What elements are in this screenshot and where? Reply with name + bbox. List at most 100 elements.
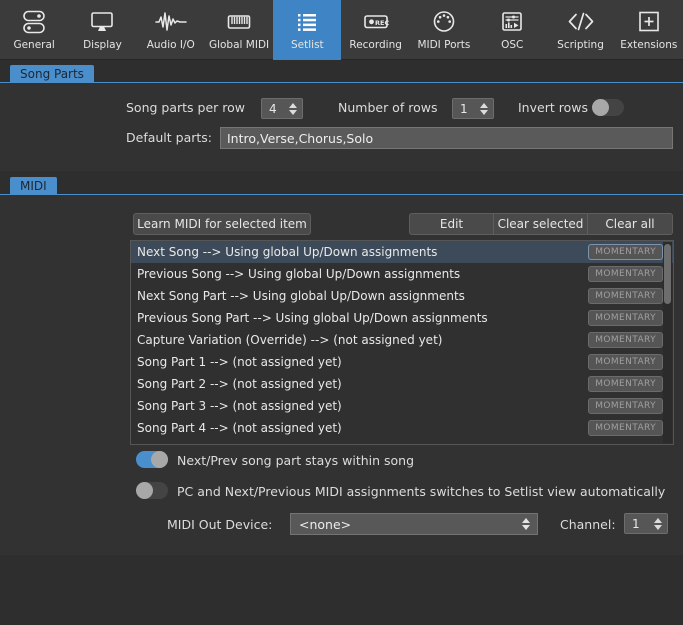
midi-out-device-value: <none>	[299, 516, 352, 532]
midi-assignment-mode-badge[interactable]: MOMENTARY	[588, 310, 663, 326]
stay-within-song-label: Next/Prev song part stays within song	[177, 453, 415, 468]
midi-assignment-row[interactable]: Previous Song --> Using global Up/Down a…	[131, 263, 673, 285]
stepper-arrows-icon[interactable]	[289, 102, 297, 115]
tab-midi[interactable]: MIDI	[10, 177, 57, 195]
midi-assignment-mode-badge[interactable]: MOMENTARY	[588, 266, 663, 282]
midi-assignment-text: Song Part 1 --> (not assigned yet)	[137, 355, 342, 369]
list-icon	[292, 7, 322, 37]
assignment-actions-group: Edit Clear selected Clear all	[409, 213, 673, 235]
midi-assignment-text: Previous Song --> Using global Up/Down a…	[137, 267, 461, 281]
midi-assignments-list[interactable]: Next Song --> Using global Up/Down assig…	[130, 240, 674, 445]
midi-assignment-row[interactable]: Capture Variation (Override) --> (not as…	[131, 329, 673, 351]
midi-assignment-text: Song Part 3 --> (not assigned yet)	[137, 399, 342, 413]
toolbar-item-audio-io[interactable]: Audio I/O	[137, 0, 205, 60]
default-parts-value: Intro,Verse,Chorus,Solo	[227, 130, 374, 146]
midi-tabstrip: MIDI	[0, 177, 683, 195]
toolbar-item-osc[interactable]: OSC	[478, 0, 546, 60]
invert-rows-toggle[interactable]	[592, 99, 624, 116]
midi-assignment-row[interactable]: Song Part 3 --> (not assigned yet) MOMENT…	[131, 395, 673, 417]
midi-assignment-mode-badge[interactable]: MOMENTARY	[588, 244, 663, 260]
midi-assignment-text: Song Part 4 --> (not assigned yet)	[137, 421, 342, 435]
scrollbar-thumb[interactable]	[664, 244, 671, 304]
toolbar-item-extensions[interactable]: Extensions	[615, 0, 683, 60]
learn-midi-button[interactable]: Learn MIDI for selected item	[133, 213, 311, 235]
keyboard-icon	[224, 7, 254, 37]
switch-to-setlist-toggle[interactable]	[136, 482, 168, 499]
stepper-arrows-icon[interactable]	[480, 102, 488, 115]
midi-assignment-text: Previous Song Part --> Using global Up/D…	[137, 311, 488, 325]
midi-out-device-select[interactable]: <none>	[290, 513, 538, 535]
waveform-icon	[154, 7, 188, 37]
midi-assignment-row[interactable]: Song Part 2 --> (not assigned yet) MOMENT…	[131, 373, 673, 395]
midi-assignment-row[interactable]: Next Song Part --> Using global Up/Down …	[131, 285, 673, 307]
song-parts-panel: Song parts per row 4 Number of rows 1 In…	[0, 83, 683, 171]
midi-assignment-row[interactable]: Previous Song Part --> Using global Up/D…	[131, 307, 673, 329]
toggle-knob	[151, 451, 168, 468]
toolbar-label-midi-ports: MIDI Ports	[417, 39, 471, 51]
toolbar-label-global-midi: Global MIDI	[208, 39, 270, 51]
tab-song-parts[interactable]: Song Parts	[10, 65, 94, 83]
midi-assignment-mode-badge[interactable]: MOMENTARY	[588, 376, 663, 392]
toolbar-item-global-midi[interactable]: Global MIDI	[205, 0, 273, 60]
song-parts-per-row-label: Song parts per row	[126, 100, 246, 115]
osc-panel-icon	[497, 7, 527, 37]
midi-assignment-row[interactable]: Next Song --> Using global Up/Down assig…	[131, 241, 673, 263]
midi-assignments-rows: Next Song --> Using global Up/Down assig…	[131, 241, 673, 439]
midi-assignment-mode-badge[interactable]: MOMENTARY	[588, 398, 663, 414]
midi-assignment-mode-badge[interactable]: MOMENTARY	[588, 332, 663, 348]
midi-assignment-text: Next Song --> Using global Up/Down assig…	[137, 245, 438, 259]
toolbar-label-recording: Recording	[349, 39, 402, 51]
stepper-arrows-icon[interactable]	[654, 517, 662, 530]
toolbar-item-recording[interactable]: REC Recording	[341, 0, 409, 60]
stay-within-song-toggle[interactable]	[136, 451, 168, 468]
plus-box-icon	[634, 7, 664, 37]
toolbar-item-display[interactable]: Display	[68, 0, 136, 60]
edit-button[interactable]: Edit	[409, 213, 494, 235]
toggle-knob	[136, 482, 153, 499]
toolbar-label-extensions: Extensions	[620, 39, 678, 51]
toolbar-label-scripting: Scripting	[557, 39, 604, 51]
default-parts-label: Default parts:	[126, 130, 213, 145]
midi-assignment-text: Next Song Part --> Using global Up/Down …	[137, 289, 465, 303]
toolbar-label-audio-io: Audio I/O	[146, 39, 195, 51]
toolbar-item-general[interactable]: General	[0, 0, 68, 60]
midi-assignment-text: Song Part 2 --> (not assigned yet)	[137, 377, 342, 391]
midi-assignment-mode-badge[interactable]: MOMENTARY	[588, 354, 663, 370]
toolbar-item-scripting[interactable]: Scripting	[546, 0, 614, 60]
toolbar-label-setlist: Setlist	[291, 39, 324, 51]
record-icon: REC	[359, 7, 393, 37]
midi-assignment-row[interactable]: Song Part 4 --> (not assigned yet) MOMENT…	[131, 417, 673, 439]
clear-selected-button[interactable]: Clear selected	[494, 213, 588, 235]
channel-value: 1	[632, 516, 640, 531]
default-parts-input[interactable]: Intro,Verse,Chorus,Solo	[220, 127, 673, 149]
number-of-rows-label: Number of rows	[338, 100, 438, 115]
midi-assignment-mode-badge[interactable]: MOMENTARY	[588, 420, 663, 436]
number-of-rows-stepper[interactable]: 1	[452, 98, 494, 119]
code-icon	[564, 7, 598, 37]
midi-assignment-text: Capture Variation (Override) --> (not as…	[137, 333, 443, 347]
sliders-icon	[19, 7, 49, 37]
song-parts-per-row-value: 4	[269, 101, 277, 116]
channel-stepper[interactable]: 1	[624, 513, 668, 534]
midi-assignment-mode-badge[interactable]: MOMENTARY	[588, 288, 663, 304]
song-parts-per-row-stepper[interactable]: 4	[261, 98, 303, 119]
invert-rows-label: Invert rows	[518, 100, 588, 115]
svg-text:REC: REC	[375, 19, 389, 27]
midi-din-icon	[429, 7, 459, 37]
midi-assignment-row[interactable]: Song Part 1 --> (not assigned yet) MOMENT…	[131, 351, 673, 373]
monitor-icon	[87, 7, 117, 37]
switch-to-setlist-label: PC and Next/Previous MIDI assignments sw…	[177, 484, 666, 499]
chevron-updown-icon[interactable]	[522, 518, 530, 530]
toolbar-label-general: General	[13, 39, 55, 51]
number-of-rows-value: 1	[460, 101, 468, 116]
toggle-knob	[592, 99, 609, 116]
toolbar-item-setlist[interactable]: Setlist	[273, 0, 342, 60]
clear-all-button[interactable]: Clear all	[588, 213, 673, 235]
toolbar-label-osc: OSC	[501, 39, 524, 51]
song-parts-tabstrip: Song Parts	[0, 65, 683, 83]
settings-toolbar: General Display Audio I/O Global MIDI Se…	[0, 0, 683, 60]
midi-assignments-scrollbar[interactable]	[663, 242, 672, 443]
settings-window: General Display Audio I/O Global MIDI Se…	[0, 0, 683, 625]
toolbar-label-display: Display	[83, 39, 122, 51]
toolbar-item-midi-ports[interactable]: MIDI Ports	[410, 0, 478, 60]
